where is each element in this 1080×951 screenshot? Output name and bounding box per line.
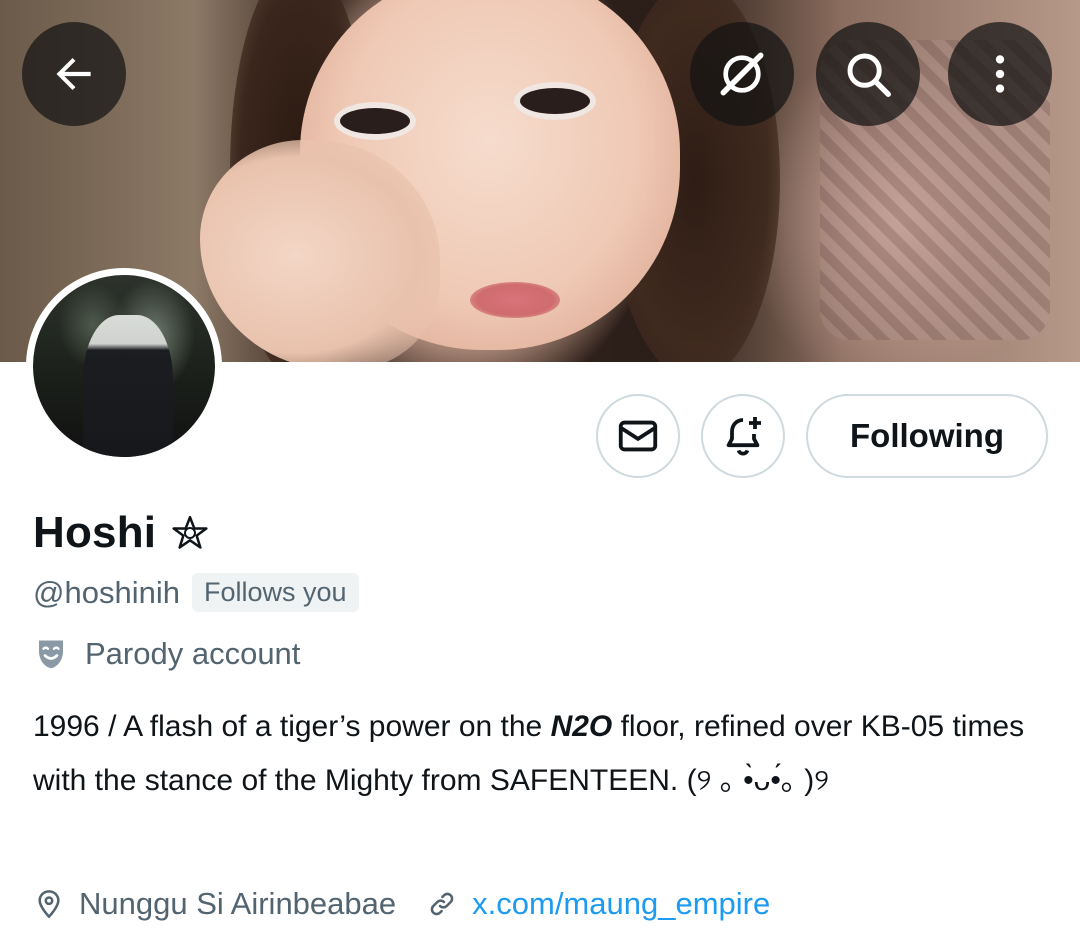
follows-you-badge: Follows you xyxy=(191,573,359,612)
location-item: Nunggu Si Airinbeabae xyxy=(33,886,396,922)
grok-icon xyxy=(720,52,764,96)
pentagram-star-icon xyxy=(172,515,208,549)
envelope-icon xyxy=(618,420,658,452)
search-icon xyxy=(847,53,891,97)
grok-button[interactable] xyxy=(690,22,794,126)
profile-meta: Nunggu Si Airinbeabae x.com/maung_empire xyxy=(33,886,800,922)
website-link[interactable]: x.com/maung_empire xyxy=(472,886,770,922)
theater-mask-icon xyxy=(39,640,63,669)
location-text: Nunggu Si Airinbeabae xyxy=(79,886,397,921)
location-pin-icon xyxy=(38,890,60,919)
arrow-left-icon xyxy=(56,57,91,91)
more-button[interactable] xyxy=(948,22,1052,126)
bio-bold-text: N2O xyxy=(550,710,613,743)
parody-account-label: Parody account xyxy=(85,636,301,671)
profile-bio: 1996 / A flash of a tiger’s power on the… xyxy=(33,700,1043,808)
display-name: Hoshi xyxy=(33,508,157,557)
link-icon xyxy=(430,892,454,916)
back-button[interactable] xyxy=(22,22,126,126)
message-button[interactable] xyxy=(596,394,680,478)
bio-text-start: 1996 / A flash of a tiger’s power on the xyxy=(33,710,551,743)
avatar[interactable] xyxy=(26,268,222,464)
handle-row: @hoshinih Follows you xyxy=(33,573,359,612)
notifications-button[interactable] xyxy=(701,394,785,478)
search-button[interactable] xyxy=(816,22,920,126)
following-button[interactable]: Following xyxy=(806,394,1048,478)
website-item[interactable]: x.com/maung_empire xyxy=(426,886,770,922)
display-name-row: Hoshi xyxy=(33,508,210,558)
handle: @hoshinih xyxy=(33,574,180,610)
parody-label-row[interactable]: Parody account xyxy=(33,636,300,672)
bell-plus-icon xyxy=(726,417,761,456)
more-vertical-icon xyxy=(995,55,1005,93)
